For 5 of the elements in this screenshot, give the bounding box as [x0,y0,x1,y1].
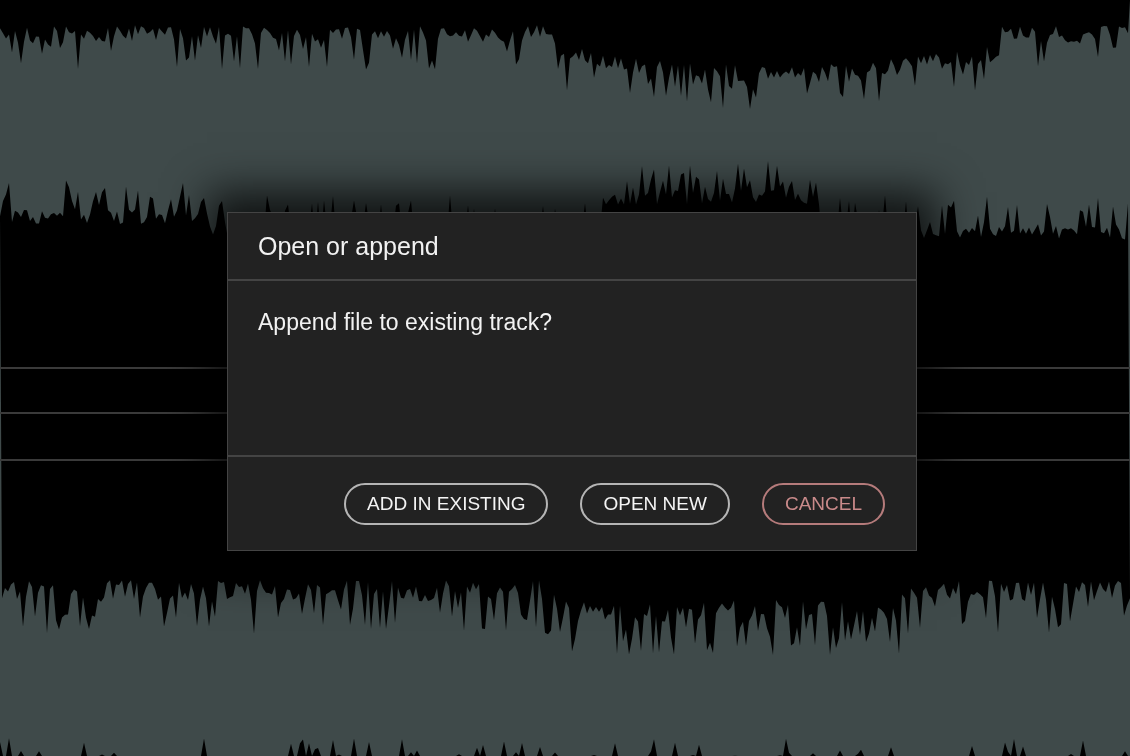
dialog-button[interactable]: OPEN NEW [580,482,730,525]
dialog-message: Append file to existing track? [258,309,553,335]
dialog-title: Open or append [258,231,439,261]
cancel-button[interactable]: CANCEL [761,482,885,525]
dialog-button[interactable]: ADD IN EXISTING [344,482,549,525]
